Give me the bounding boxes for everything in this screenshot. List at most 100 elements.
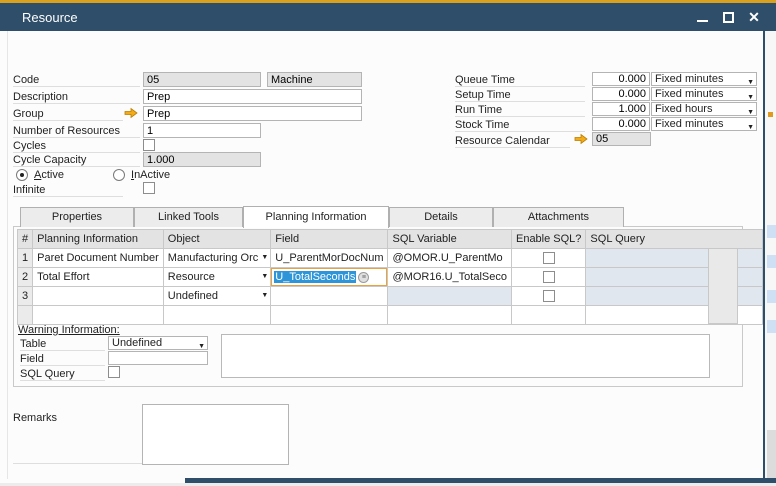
setup-time-unit-select[interactable]: Fixed minutes ▼ bbox=[651, 87, 757, 101]
setup-time-label: Setup Time bbox=[455, 88, 585, 102]
code-field[interactable] bbox=[143, 72, 261, 87]
cell-object-select[interactable]: Resource ▼ bbox=[162, 267, 272, 287]
cell-sql-variable[interactable]: @OMOR.U_ParentMo bbox=[387, 248, 512, 268]
description-field[interactable] bbox=[143, 89, 362, 104]
link-arrow-icon[interactable] bbox=[124, 107, 138, 119]
remarks-label: Remarks bbox=[13, 412, 58, 424]
cell-field[interactable] bbox=[270, 286, 389, 306]
cell-planning-information[interactable]: Total Effort bbox=[32, 267, 164, 287]
cell-sql-variable[interactable]: @MOR16.U_TotalSeco bbox=[387, 267, 512, 287]
queue-time-unit-value: Fixed minutes bbox=[655, 73, 724, 85]
cell-planning-information[interactable] bbox=[32, 305, 164, 325]
row-number[interactable]: 3 bbox=[16, 286, 34, 306]
code-type-field[interactable] bbox=[267, 72, 362, 87]
tab-details[interactable]: Details bbox=[389, 207, 493, 227]
run-time-unit-select[interactable]: Fixed hours ▼ bbox=[651, 102, 757, 116]
cell-enable-sql[interactable] bbox=[510, 248, 587, 268]
cell-enable-sql[interactable] bbox=[510, 286, 587, 306]
queue-time-label: Queue Time bbox=[455, 73, 585, 87]
link-arrow-icon[interactable] bbox=[574, 133, 588, 145]
active-radio-label[interactable]: Active bbox=[34, 169, 64, 181]
remarks-textarea[interactable] bbox=[142, 404, 289, 465]
tab-attachments[interactable]: Attachments bbox=[493, 207, 624, 227]
setup-time-unit-value: Fixed minutes bbox=[655, 88, 724, 100]
cell-sql-variable[interactable] bbox=[387, 305, 512, 325]
cell-object-select[interactable]: Undefined ▼ bbox=[162, 286, 272, 306]
description-label: Description bbox=[13, 90, 140, 104]
chevron-down-icon: ▼ bbox=[747, 109, 754, 116]
run-time-label: Run Time bbox=[455, 103, 585, 117]
col-header-num[interactable]: # bbox=[16, 229, 34, 249]
inactive-radio[interactable] bbox=[113, 169, 125, 181]
cell-planning-information[interactable]: Paret Document Number bbox=[32, 248, 164, 268]
enable-sql-checkbox[interactable] bbox=[542, 252, 555, 265]
table-row: 3 Undefined ▼ bbox=[16, 286, 763, 306]
col-header-sql-variable[interactable]: SQL Variable bbox=[387, 229, 512, 249]
resource-dialog: Resource ✕ Code Description Group Number… bbox=[0, 0, 776, 486]
cycle-capacity-field[interactable] bbox=[143, 152, 261, 167]
col-header-sql-query[interactable]: SQL Query bbox=[585, 229, 763, 249]
cell-field[interactable] bbox=[270, 305, 389, 325]
run-time-unit-value: Fixed hours bbox=[655, 103, 713, 115]
setup-time-field[interactable] bbox=[592, 87, 650, 101]
enable-sql-checkbox[interactable] bbox=[542, 290, 555, 303]
cycles-label: Cycles bbox=[13, 139, 140, 153]
infinite-checkbox[interactable] bbox=[143, 182, 155, 194]
cell-field[interactable]: U_ParentMorDocNum bbox=[270, 248, 389, 268]
stock-time-field[interactable] bbox=[592, 117, 650, 131]
number-of-resources-field[interactable] bbox=[143, 123, 261, 138]
row-number[interactable] bbox=[16, 305, 34, 325]
resource-calendar-field[interactable] bbox=[592, 132, 651, 146]
group-field[interactable] bbox=[143, 106, 362, 121]
col-header-field[interactable]: Field bbox=[270, 229, 389, 249]
active-radio[interactable] bbox=[16, 169, 28, 181]
code-label: Code bbox=[13, 73, 140, 87]
run-time-field[interactable] bbox=[592, 102, 650, 116]
queue-time-unit-select[interactable]: Fixed minutes ▼ bbox=[651, 72, 757, 86]
tab-linked-tools[interactable]: Linked Tools bbox=[134, 207, 243, 227]
window-controls: ✕ bbox=[694, 3, 762, 31]
inactive-radio-label[interactable]: InActive bbox=[131, 169, 170, 181]
row-number[interactable]: 2 bbox=[16, 267, 34, 287]
warning-message-box[interactable] bbox=[221, 334, 710, 378]
table-scrollbar[interactable] bbox=[708, 248, 738, 324]
enable-sql-checkbox[interactable] bbox=[542, 271, 555, 284]
cell-sql-variable[interactable] bbox=[387, 286, 512, 306]
left-border-line bbox=[7, 31, 8, 479]
chevron-down-icon: ▼ bbox=[261, 254, 269, 261]
titlebar[interactable]: Resource ✕ bbox=[0, 3, 776, 31]
choose-from-list-icon[interactable]: ≡ bbox=[358, 271, 370, 283]
field-editor[interactable]: U_TotalSeconds ≡ bbox=[271, 268, 387, 286]
cell-object[interactable] bbox=[162, 305, 272, 325]
warning-sql-query-checkbox[interactable] bbox=[108, 366, 120, 378]
cell-field-active[interactable]: U_TotalSeconds ≡ bbox=[270, 267, 389, 287]
col-header-planning-information[interactable]: Planning Information bbox=[32, 229, 164, 249]
cycles-checkbox[interactable] bbox=[143, 139, 155, 151]
table-row: 2 Total Effort Resource ▼ U_TotalSeconds … bbox=[16, 267, 763, 287]
chevron-down-icon: ▼ bbox=[747, 94, 754, 101]
maximize-button[interactable] bbox=[720, 9, 736, 25]
object-value: Resource bbox=[167, 271, 215, 283]
stock-time-unit-select[interactable]: Fixed minutes ▼ bbox=[651, 117, 757, 131]
table-row: 1 Paret Document Number Manufacturing Or… bbox=[16, 248, 763, 268]
col-header-object[interactable]: Object bbox=[162, 229, 272, 249]
warning-sql-query-label: SQL Query bbox=[20, 367, 105, 381]
resource-calendar-label: Resource Calendar bbox=[455, 134, 570, 148]
tab-properties[interactable]: Properties bbox=[20, 207, 134, 227]
cell-object-select[interactable]: Manufacturing Orc ▼ bbox=[162, 248, 272, 268]
cell-planning-information[interactable] bbox=[32, 286, 164, 306]
background-row-highlight bbox=[767, 225, 776, 238]
close-button[interactable]: ✕ bbox=[746, 9, 762, 25]
cell-enable-sql[interactable] bbox=[510, 305, 587, 325]
warning-field-input[interactable] bbox=[108, 351, 208, 365]
minimize-button[interactable] bbox=[694, 9, 710, 25]
col-header-enable-sql[interactable]: Enable SQL? bbox=[510, 229, 587, 249]
table-row bbox=[16, 305, 763, 325]
warning-table-value: Undefined bbox=[112, 337, 163, 349]
queue-time-field[interactable] bbox=[592, 72, 650, 86]
table-header-row: # Planning Information Object Field SQL … bbox=[16, 229, 763, 249]
warning-table-select[interactable]: Undefined ▼ bbox=[108, 336, 208, 350]
row-number[interactable]: 1 bbox=[16, 248, 34, 268]
cell-enable-sql[interactable] bbox=[510, 267, 587, 287]
tab-planning-information[interactable]: Planning Information bbox=[243, 206, 389, 228]
